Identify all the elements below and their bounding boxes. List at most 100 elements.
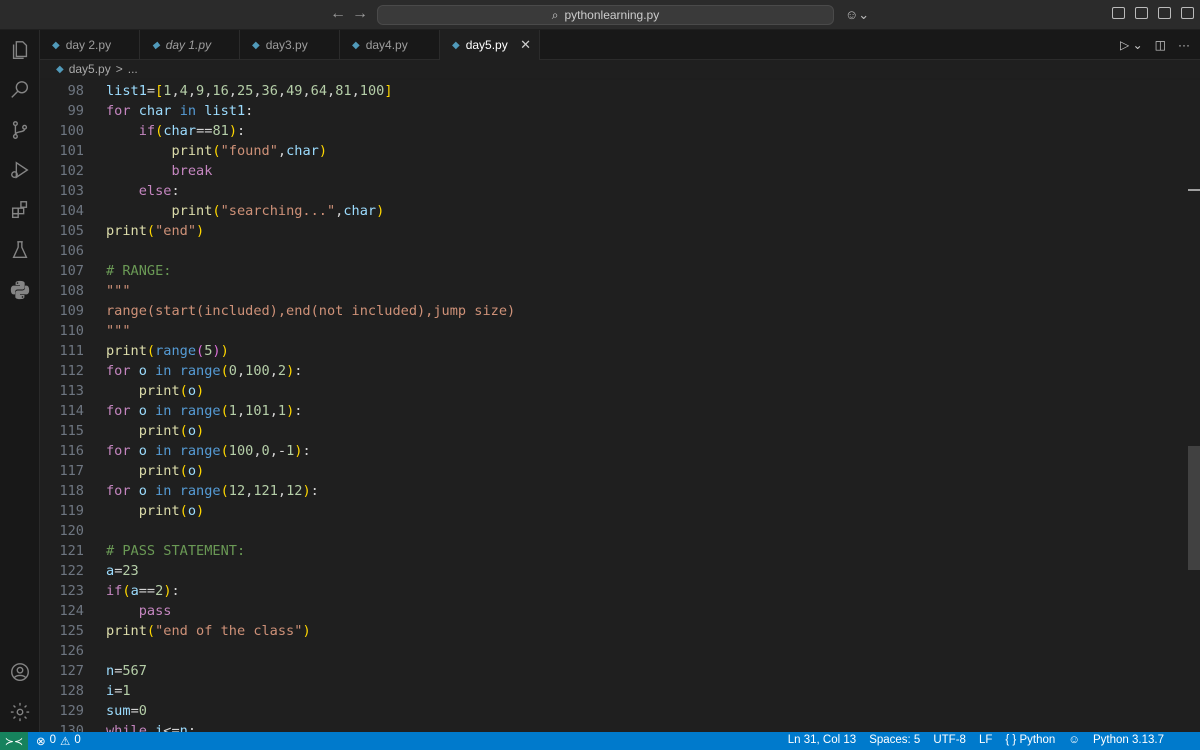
line-number: 110 — [59, 323, 84, 339]
end-of-line[interactable]: LF — [979, 734, 992, 746]
code-line[interactable]: 111 print(range(5)) — [40, 341, 1180, 361]
search-icon[interactable] — [8, 78, 32, 102]
code-line[interactable]: 126 — [40, 641, 1180, 661]
encoding[interactable]: UTF-8 — [933, 734, 966, 746]
code-line[interactable]: 128 i=1 — [40, 681, 1180, 701]
line-number: 115 — [59, 423, 84, 439]
customize-layout-icon[interactable] — [1112, 7, 1125, 19]
extensions-icon[interactable] — [8, 198, 32, 222]
code-line[interactable]: 110 """ — [40, 321, 1180, 341]
toggle-sidebar-icon[interactable] — [1135, 7, 1148, 19]
problems-indicator[interactable]: ⊗ 0 ⚠ 0 — [36, 734, 81, 748]
account-icon[interactable] — [8, 660, 32, 684]
code-line[interactable]: 119 print(o) — [40, 501, 1180, 521]
code-line[interactable]: 129 sum=0 — [40, 701, 1180, 721]
split-editor-icon[interactable]: ◫ — [1155, 38, 1166, 52]
code-line[interactable]: 116 for o in range(100,0,-1): — [40, 441, 1180, 461]
toggle-panel-icon[interactable] — [1158, 7, 1171, 19]
tab-label: day 2.py — [65, 38, 112, 52]
code-text: # PASS STATEMENT: — [106, 541, 245, 561]
copilot-icon[interactable]: ☺⌄ — [845, 7, 869, 23]
code-token: o — [138, 403, 147, 419]
tab-day-1[interactable]: ◆ day 1.py — [140, 30, 240, 60]
code-token: - — [277, 443, 287, 459]
code-line[interactable]: 99 for char in list1: — [40, 101, 1180, 121]
code-token: for — [106, 443, 131, 459]
code-token: : — [171, 183, 180, 199]
files-icon[interactable] — [8, 38, 32, 62]
code-line[interactable]: 101 print("found",char) — [40, 141, 1180, 161]
python-interpreter[interactable]: Python 3.13.7 — [1093, 734, 1164, 746]
code-line[interactable]: 108 """ — [40, 281, 1180, 301]
code-token: ) — [196, 503, 205, 519]
search-icon: ⌕ — [551, 7, 559, 22]
language-mode[interactable]: { } Python — [1005, 734, 1055, 746]
code-line[interactable]: 127 n=567 — [40, 661, 1180, 681]
code-line[interactable]: 121 # PASS STATEMENT: — [40, 541, 1180, 561]
toggle-secondary-sidebar-icon[interactable] — [1181, 7, 1194, 19]
line-number: 126 — [59, 643, 84, 659]
editor-scrollbar[interactable] — [1188, 446, 1200, 570]
code-line[interactable]: 118 for o in range(12,121,12): — [40, 481, 1180, 501]
line-number: 98 — [67, 83, 84, 99]
code-token: pass — [138, 603, 172, 619]
arrow-right-icon[interactable]: → — [350, 5, 370, 23]
line-number: 127 — [59, 663, 84, 679]
copilot-status-icon[interactable]: ☺ — [1068, 734, 1080, 746]
close-icon[interactable]: ✕ — [520, 37, 531, 53]
code-line[interactable]: 109 range(start(included),end(not include… — [40, 301, 1180, 321]
line-number: 117 — [59, 463, 84, 479]
arrow-left-icon[interactable]: ← — [328, 5, 348, 23]
cursor-position[interactable]: Ln 31, Col 13 — [788, 734, 856, 746]
tab-day-2[interactable]: ◆ day 2.py — [40, 30, 140, 60]
code-line[interactable]: 106 — [40, 241, 1180, 261]
code-token: 1 — [228, 403, 237, 419]
tab-day5[interactable]: ◆ day5.py ✕ — [440, 30, 540, 60]
code-token: ) — [302, 483, 311, 499]
breadcrumb-rest[interactable]: ... — [128, 62, 138, 76]
code-line[interactable]: 103 else: — [40, 181, 1180, 201]
indentation[interactable]: Spaces: 5 — [869, 734, 920, 746]
code-line[interactable]: 124 pass — [40, 601, 1180, 621]
more-actions-icon[interactable]: ··· — [1178, 38, 1190, 52]
code-line[interactable]: 122 a=23 — [40, 561, 1180, 581]
code-token: ( — [179, 463, 188, 479]
code-line[interactable]: 104 print("searching...",char) — [40, 201, 1180, 221]
code-line[interactable]: 107 # RANGE: — [40, 261, 1180, 281]
tab-day3[interactable]: ◆ day3.py — [240, 30, 340, 60]
activity-bar — [0, 30, 40, 732]
run-debug-icon[interactable] — [8, 158, 32, 182]
code-line[interactable]: 123 if(a==2): — [40, 581, 1180, 601]
code-token: 23 — [122, 563, 139, 579]
code-editor[interactable]: 98 list1=[1,4,9,16,25,36,49,64,81,100] 99 f… — [40, 80, 1200, 732]
run-icon[interactable]: ▷ ⌄ — [1120, 38, 1143, 52]
code-token: i — [106, 683, 115, 699]
code-line[interactable]: 100 if(char==81): — [40, 121, 1180, 141]
code-line[interactable]: 125 print("end of the class") — [40, 621, 1180, 641]
code-line[interactable]: 130 while i<=n: — [40, 721, 1180, 732]
code-token: ( — [220, 403, 229, 419]
tab-day4[interactable]: ◆ day4.py — [340, 30, 440, 60]
code-line[interactable]: 98 list1=[1,4,9,16,25,36,49,64,81,100] — [40, 81, 1180, 101]
code-line[interactable]: 113 print(o) — [40, 381, 1180, 401]
code-token: print — [106, 623, 147, 639]
command-center-search[interactable]: ⌕ pythonlearning.py — [377, 5, 834, 25]
python-icon[interactable] — [8, 278, 32, 302]
code-line[interactable]: 120 — [40, 521, 1180, 541]
code-token: 49 — [286, 83, 303, 99]
code-line[interactable]: 112 for o in range(0,100,2): — [40, 361, 1180, 381]
code-line[interactable]: 114 for o in range(1,101,1): — [40, 401, 1180, 421]
source-control-icon[interactable] — [8, 118, 32, 142]
testing-icon[interactable] — [8, 238, 32, 262]
code-line[interactable]: 102 break — [40, 161, 1180, 181]
code-line[interactable]: 115 print(o) — [40, 421, 1180, 441]
code-line[interactable]: 117 print(o) — [40, 461, 1180, 481]
settings-gear-icon[interactable] — [8, 700, 32, 724]
code-line[interactable]: 105 print("end") — [40, 221, 1180, 241]
breadcrumb-file[interactable]: day5.py — [69, 62, 111, 76]
remote-icon[interactable]: ≻≺ — [0, 732, 28, 750]
